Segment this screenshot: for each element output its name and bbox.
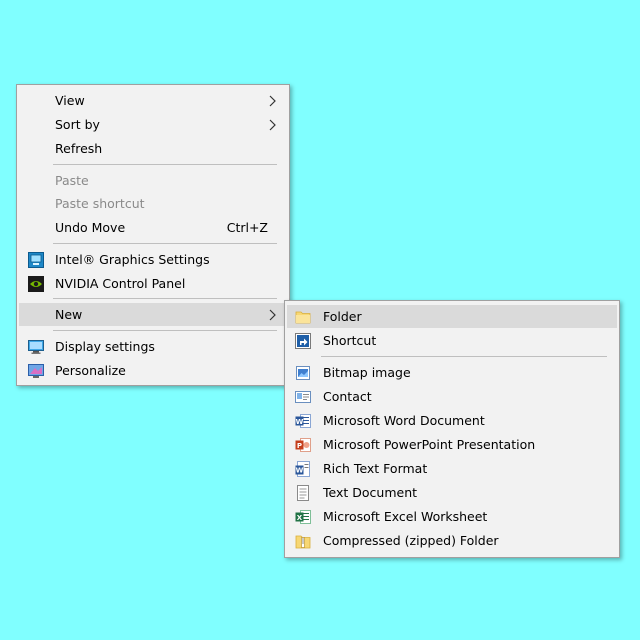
new-item-shortcut[interactable]: Shortcut xyxy=(287,329,617,352)
menu-item-display-settings[interactable]: Display settings xyxy=(19,335,287,358)
svg-text:W: W xyxy=(296,418,304,426)
menu-item-paste-shortcut[interactable]: Paste shortcut xyxy=(19,192,287,215)
new-item-compressed-folder[interactable]: Compressed (zipped) Folder xyxy=(287,529,617,552)
menu-item-label: Folder xyxy=(323,309,362,324)
new-item-text-document[interactable]: Text Document xyxy=(287,481,617,504)
zip-folder-icon xyxy=(295,535,311,549)
menu-item-label: New xyxy=(55,307,83,322)
bitmap-icon xyxy=(296,366,310,380)
menu-item-label: Compressed (zipped) Folder xyxy=(323,533,499,548)
menu-item-view[interactable]: View xyxy=(19,89,287,112)
personalize-icon xyxy=(28,364,44,378)
menu-item-label: Refresh xyxy=(55,141,103,156)
svg-text:P: P xyxy=(297,442,302,450)
menu-item-label: Shortcut xyxy=(323,333,377,348)
menu-item-undo-move[interactable]: Undo Move Ctrl+Z xyxy=(19,216,287,239)
menu-item-label: Undo Move xyxy=(55,220,126,235)
menu-item-new[interactable]: New xyxy=(19,303,287,326)
menu-item-label: Text Document xyxy=(323,485,418,500)
desktop-context-menu: View Sort by Refresh Paste Paste shortcu… xyxy=(16,84,290,386)
menu-item-personalize[interactable]: Personalize xyxy=(19,359,287,382)
folder-icon xyxy=(295,311,311,324)
menu-item-label: Bitmap image xyxy=(323,365,411,380)
menu-separator xyxy=(53,330,277,331)
shortcut-icon xyxy=(295,333,311,349)
chevron-right-icon xyxy=(269,119,276,131)
new-item-folder[interactable]: Folder xyxy=(287,305,617,328)
powerpoint-icon: P xyxy=(295,438,311,452)
word-icon: W xyxy=(295,414,311,428)
chevron-right-icon xyxy=(269,95,276,107)
menu-separator xyxy=(53,164,277,165)
menu-item-label: Microsoft Word Document xyxy=(323,413,485,428)
menu-item-label: Paste shortcut xyxy=(55,196,145,211)
chevron-right-icon xyxy=(269,309,276,321)
new-item-word-document[interactable]: W Microsoft Word Document xyxy=(287,409,617,432)
menu-item-label: Paste xyxy=(55,173,89,188)
new-submenu: Folder Shortcut Bitmap image Contact W M… xyxy=(284,300,620,558)
menu-item-label: View xyxy=(55,93,85,108)
menu-item-label: Rich Text Format xyxy=(323,461,428,476)
menu-item-label: Intel® Graphics Settings xyxy=(55,252,210,267)
new-item-bitmap-image[interactable]: Bitmap image xyxy=(287,361,617,384)
menu-item-label: Microsoft PowerPoint Presentation xyxy=(323,437,536,452)
svg-text:W: W xyxy=(296,467,304,475)
new-item-contact[interactable]: Contact xyxy=(287,385,617,408)
menu-separator xyxy=(321,356,607,357)
menu-item-label: Personalize xyxy=(55,363,126,378)
text-document-icon xyxy=(297,485,309,501)
svg-text:X: X xyxy=(297,514,303,522)
rich-text-icon: W xyxy=(295,461,310,477)
intel-graphics-icon xyxy=(28,252,44,268)
menu-item-label: NVIDIA Control Panel xyxy=(55,276,186,291)
new-item-rich-text-format[interactable]: W Rich Text Format xyxy=(287,457,617,480)
new-item-powerpoint-presentation[interactable]: P Microsoft PowerPoint Presentation xyxy=(287,433,617,456)
menu-item-refresh[interactable]: Refresh xyxy=(19,137,287,160)
menu-item-label: Sort by xyxy=(55,117,100,132)
menu-item-sort-by[interactable]: Sort by xyxy=(19,113,287,136)
menu-item-label: Display settings xyxy=(55,339,155,354)
contact-icon xyxy=(295,391,311,403)
menu-item-label: Microsoft Excel Worksheet xyxy=(323,509,488,524)
menu-item-paste[interactable]: Paste xyxy=(19,169,287,192)
menu-separator xyxy=(53,243,277,244)
nvidia-icon xyxy=(28,276,44,292)
new-item-excel-worksheet[interactable]: X Microsoft Excel Worksheet xyxy=(287,505,617,528)
excel-icon: X xyxy=(295,510,311,524)
menu-item-label: Contact xyxy=(323,389,372,404)
menu-item-nvidia-control-panel[interactable]: NVIDIA Control Panel xyxy=(19,272,287,295)
display-settings-icon xyxy=(28,340,44,354)
menu-item-intel-graphics[interactable]: Intel® Graphics Settings xyxy=(19,248,287,271)
menu-separator xyxy=(53,298,277,299)
keyboard-shortcut: Ctrl+Z xyxy=(226,220,268,235)
